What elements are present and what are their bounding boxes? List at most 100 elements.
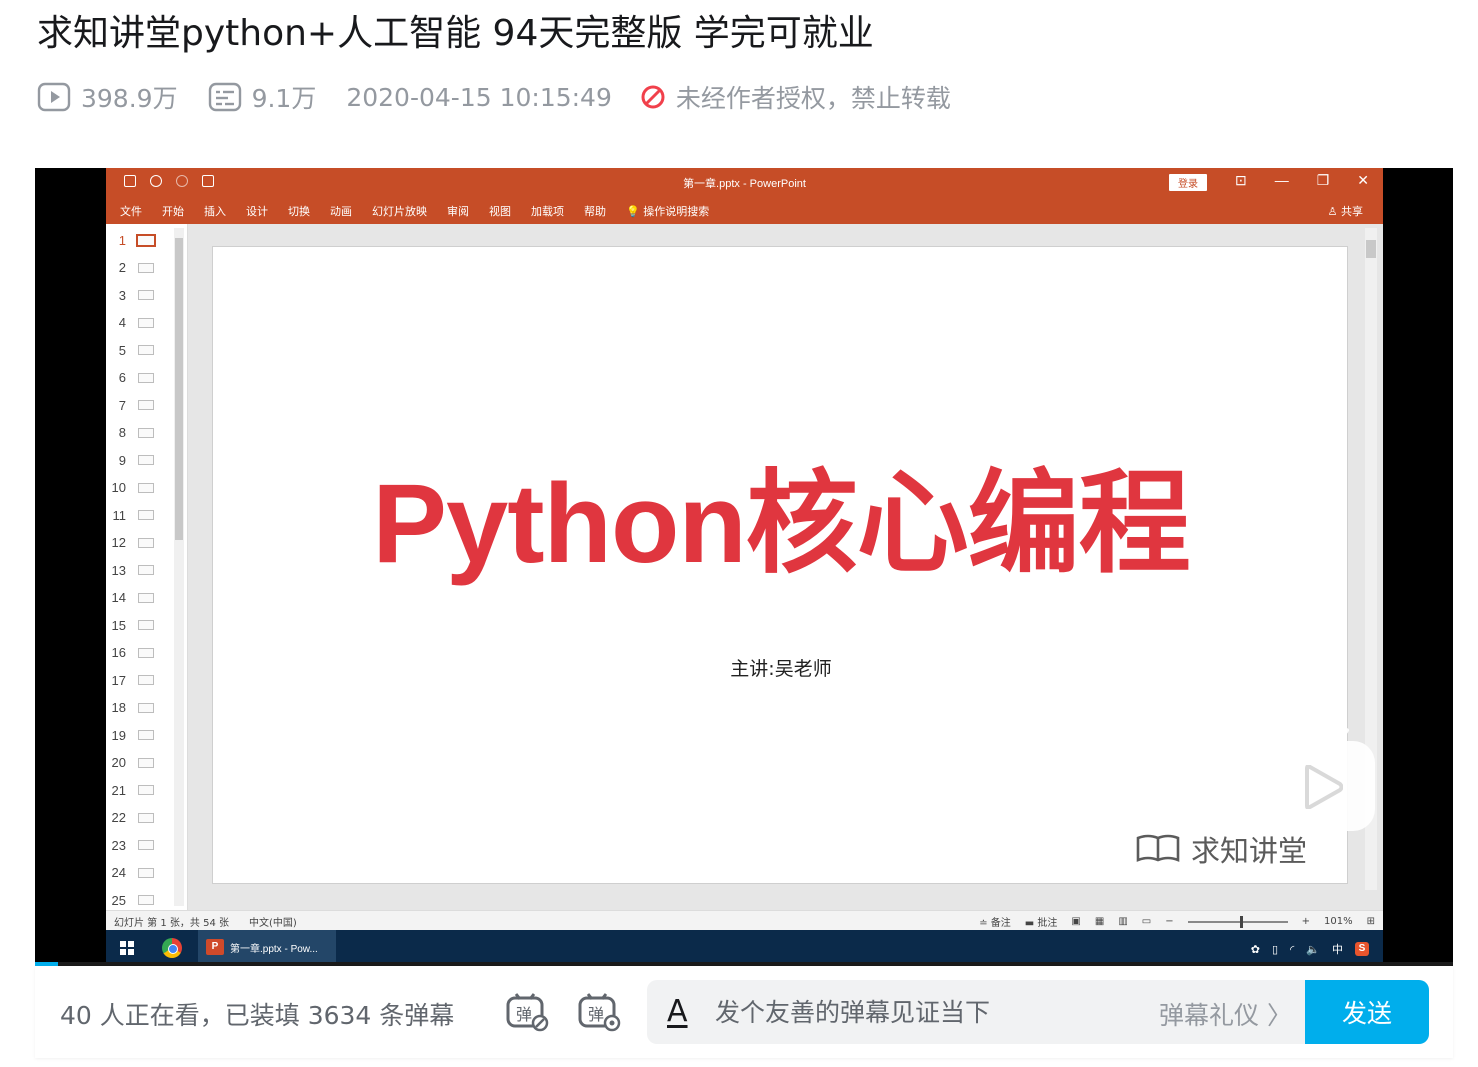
slide-thumbnail: 5	[106, 340, 176, 360]
slide-thumbnail: 7	[106, 395, 176, 415]
ppt-share: ♙ 共享	[1327, 205, 1363, 218]
slide-thumbnail-preview	[138, 482, 154, 493]
danmaku-count-text: 9.1万	[251, 84, 317, 113]
slide-thumbnail: 3	[106, 285, 176, 305]
danmaku-bar: 40 人正在看，已装填 3634 条弹幕 弹 弹 A 弹幕礼仪 〉 发送	[35, 966, 1453, 1058]
slide-thumbnail: 9	[106, 450, 176, 470]
danmaku-input[interactable]	[715, 996, 1135, 1028]
slide-thumbnail: 11	[106, 505, 176, 525]
play-button[interactable]	[1267, 741, 1375, 831]
slide-thumbnail-number: 9	[118, 452, 126, 468]
danmaku-etiquette-link[interactable]: 弹幕礼仪 〉	[1159, 996, 1292, 1032]
danmaku-settings-icon[interactable]: 弹	[577, 992, 621, 1032]
slide-thumbnail-number: 23	[111, 837, 126, 853]
slide-thumbnail: 21	[106, 780, 176, 800]
ribbon-tab-slideshow: 幻灯片放映	[372, 205, 427, 218]
ribbon-tell-me: 💡 操作说明搜索	[626, 205, 710, 218]
book-icon	[1136, 834, 1180, 862]
slide-thumbnail-number: 8	[118, 425, 126, 440]
svg-text:弹: 弹	[516, 1005, 532, 1024]
windows-start-icon	[120, 941, 134, 955]
slide-thumbnail-preview	[138, 400, 154, 410]
slide-thumbnail-preview	[138, 565, 154, 575]
send-danmaku-button[interactable]: 发送	[1305, 980, 1429, 1044]
fit-slide-icon: ⊞	[1366, 916, 1375, 927]
ribbon-tab-insert: 插入	[204, 205, 226, 218]
slide-thumbnail: 24	[106, 863, 176, 883]
slide-thumbnail-preview	[138, 290, 154, 300]
copyright-notice: 未经作者授权，禁止转载	[640, 79, 951, 115]
slide-thumbnail-number: 2	[118, 260, 126, 275]
slide-thumbnail-number: 21	[111, 782, 126, 798]
svg-text:弹: 弹	[588, 1005, 604, 1024]
slide-thumbnail: 20	[106, 753, 176, 773]
slide-thumbnail: 8	[106, 423, 176, 443]
slide-thumbnail-pane: 1 2 3 4 5 6 7 8 9 10 11 12 13 14 15 16 17 18 19 20 21 22 23 24 2…	[106, 224, 188, 910]
ribbon-tab-review: 审阅	[447, 205, 469, 218]
slide-thumbnail: 10	[106, 478, 176, 498]
slide-thumbnail-preview	[138, 730, 154, 740]
channel-watermark: 求知讲堂	[1135, 828, 1307, 870]
slide-thumbnail: 22	[106, 808, 176, 828]
restore-icon: ❐	[1316, 172, 1330, 188]
zoom-level: 101%	[1324, 916, 1353, 927]
video-meta: 398.9万 9.1万 2020-04-15 10:15:49 未经作者授权，禁…	[37, 78, 981, 116]
slide-thumbnail-number: 10	[111, 480, 126, 495]
video-player[interactable]: 第一章.pptx - PowerPoint 登录 ⊡ — ❐ ✕ 文件 开始 插…	[35, 168, 1453, 966]
slide-thumbnail-preview	[138, 427, 154, 438]
zoom-minus: −	[1165, 916, 1174, 927]
slide-thumbnail-preview	[138, 345, 154, 355]
slide-thumbnail-number: 18	[111, 700, 126, 715]
viewer-info: 40 人正在看，已装填 3634 条弹幕	[60, 1001, 455, 1030]
ribbon-tab-design: 设计	[246, 205, 268, 218]
danmaku-toggle-icon[interactable]: 弹	[505, 992, 549, 1032]
minimize-icon: —	[1274, 172, 1289, 188]
slide-thumbnail-number: 22	[111, 810, 126, 825]
ppt-login-button: 登录	[1169, 174, 1207, 191]
slide-thumbnail: 19	[106, 725, 176, 745]
play-count-icon	[37, 82, 71, 112]
slide-thumbnail-number: 16	[111, 645, 126, 660]
slide-thumbnail-preview	[138, 510, 154, 520]
slide-thumbnail: 17	[106, 670, 176, 690]
taskbar-app-label: 第一章.pptx - Pow...	[230, 943, 318, 955]
slide-thumbnail-number: 25	[111, 892, 126, 908]
status-comments: ▬ 批注	[1024, 918, 1058, 929]
slide-thumbnail-number: 7	[118, 397, 126, 413]
ribbon-tab-help: 帮助	[584, 205, 606, 218]
slide-thumbnail-preview	[138, 675, 154, 685]
slide-thumbnail-preview	[138, 785, 154, 795]
normal-view-icon: ▣	[1071, 916, 1081, 927]
slide-thumbnail-preview	[138, 317, 154, 328]
slide-title: Python核心编程	[372, 461, 1191, 586]
slide-thumbnail-preview	[138, 455, 154, 465]
slide-thumbnail: 6	[106, 368, 176, 388]
ribbon-tab-addins: 加载项	[531, 205, 564, 218]
danmaku-style-icon[interactable]: A	[667, 994, 688, 1029]
system-tray: ✿ ▯ ◜ 🔈 中 S	[1251, 941, 1369, 957]
ribbon-tab-animations: 动画	[330, 205, 352, 218]
slide-thumbnail-preview	[138, 620, 154, 630]
slide-thumbnail-preview	[138, 592, 154, 603]
slide-thumbnail: 2	[106, 258, 176, 278]
slide-thumbnail: 25	[106, 890, 176, 910]
ppt-window-controls: ⊡ — ❐ ✕	[1235, 172, 1369, 189]
slide-thumbnail-number: 24	[111, 865, 126, 880]
copyright-text: 未经作者授权，禁止转载	[675, 84, 951, 113]
slide-thumbnail: 18	[106, 698, 176, 718]
ppt-titlebar: 第一章.pptx - PowerPoint 登录 ⊡ — ❐ ✕	[106, 168, 1383, 196]
forbidden-icon	[641, 85, 665, 109]
volume-icon: 🔈	[1306, 943, 1320, 956]
sogou-icon: S	[1355, 942, 1369, 956]
slide-thumbnail-number: 12	[111, 535, 126, 550]
ime-indicator: 中	[1332, 944, 1343, 956]
slide-thumbnail-number: 17	[111, 672, 126, 688]
danmaku-input-box: A 弹幕礼仪 〉 发送	[647, 980, 1429, 1044]
ppt-ribbon: 文件 开始 插入 设计 切换 动画 幻灯片放映 审阅 视图 加载项 帮助 💡 操…	[106, 196, 1383, 224]
powerpoint-icon: P	[206, 939, 224, 955]
slide-thumbnail-number: 20	[111, 755, 126, 770]
slide-thumbnail: 14	[106, 588, 176, 608]
slide-thumbnail: 1	[106, 230, 176, 250]
watermark-text: 求知讲堂	[1191, 834, 1308, 868]
slide-thumbnail-number: 14	[111, 590, 126, 605]
